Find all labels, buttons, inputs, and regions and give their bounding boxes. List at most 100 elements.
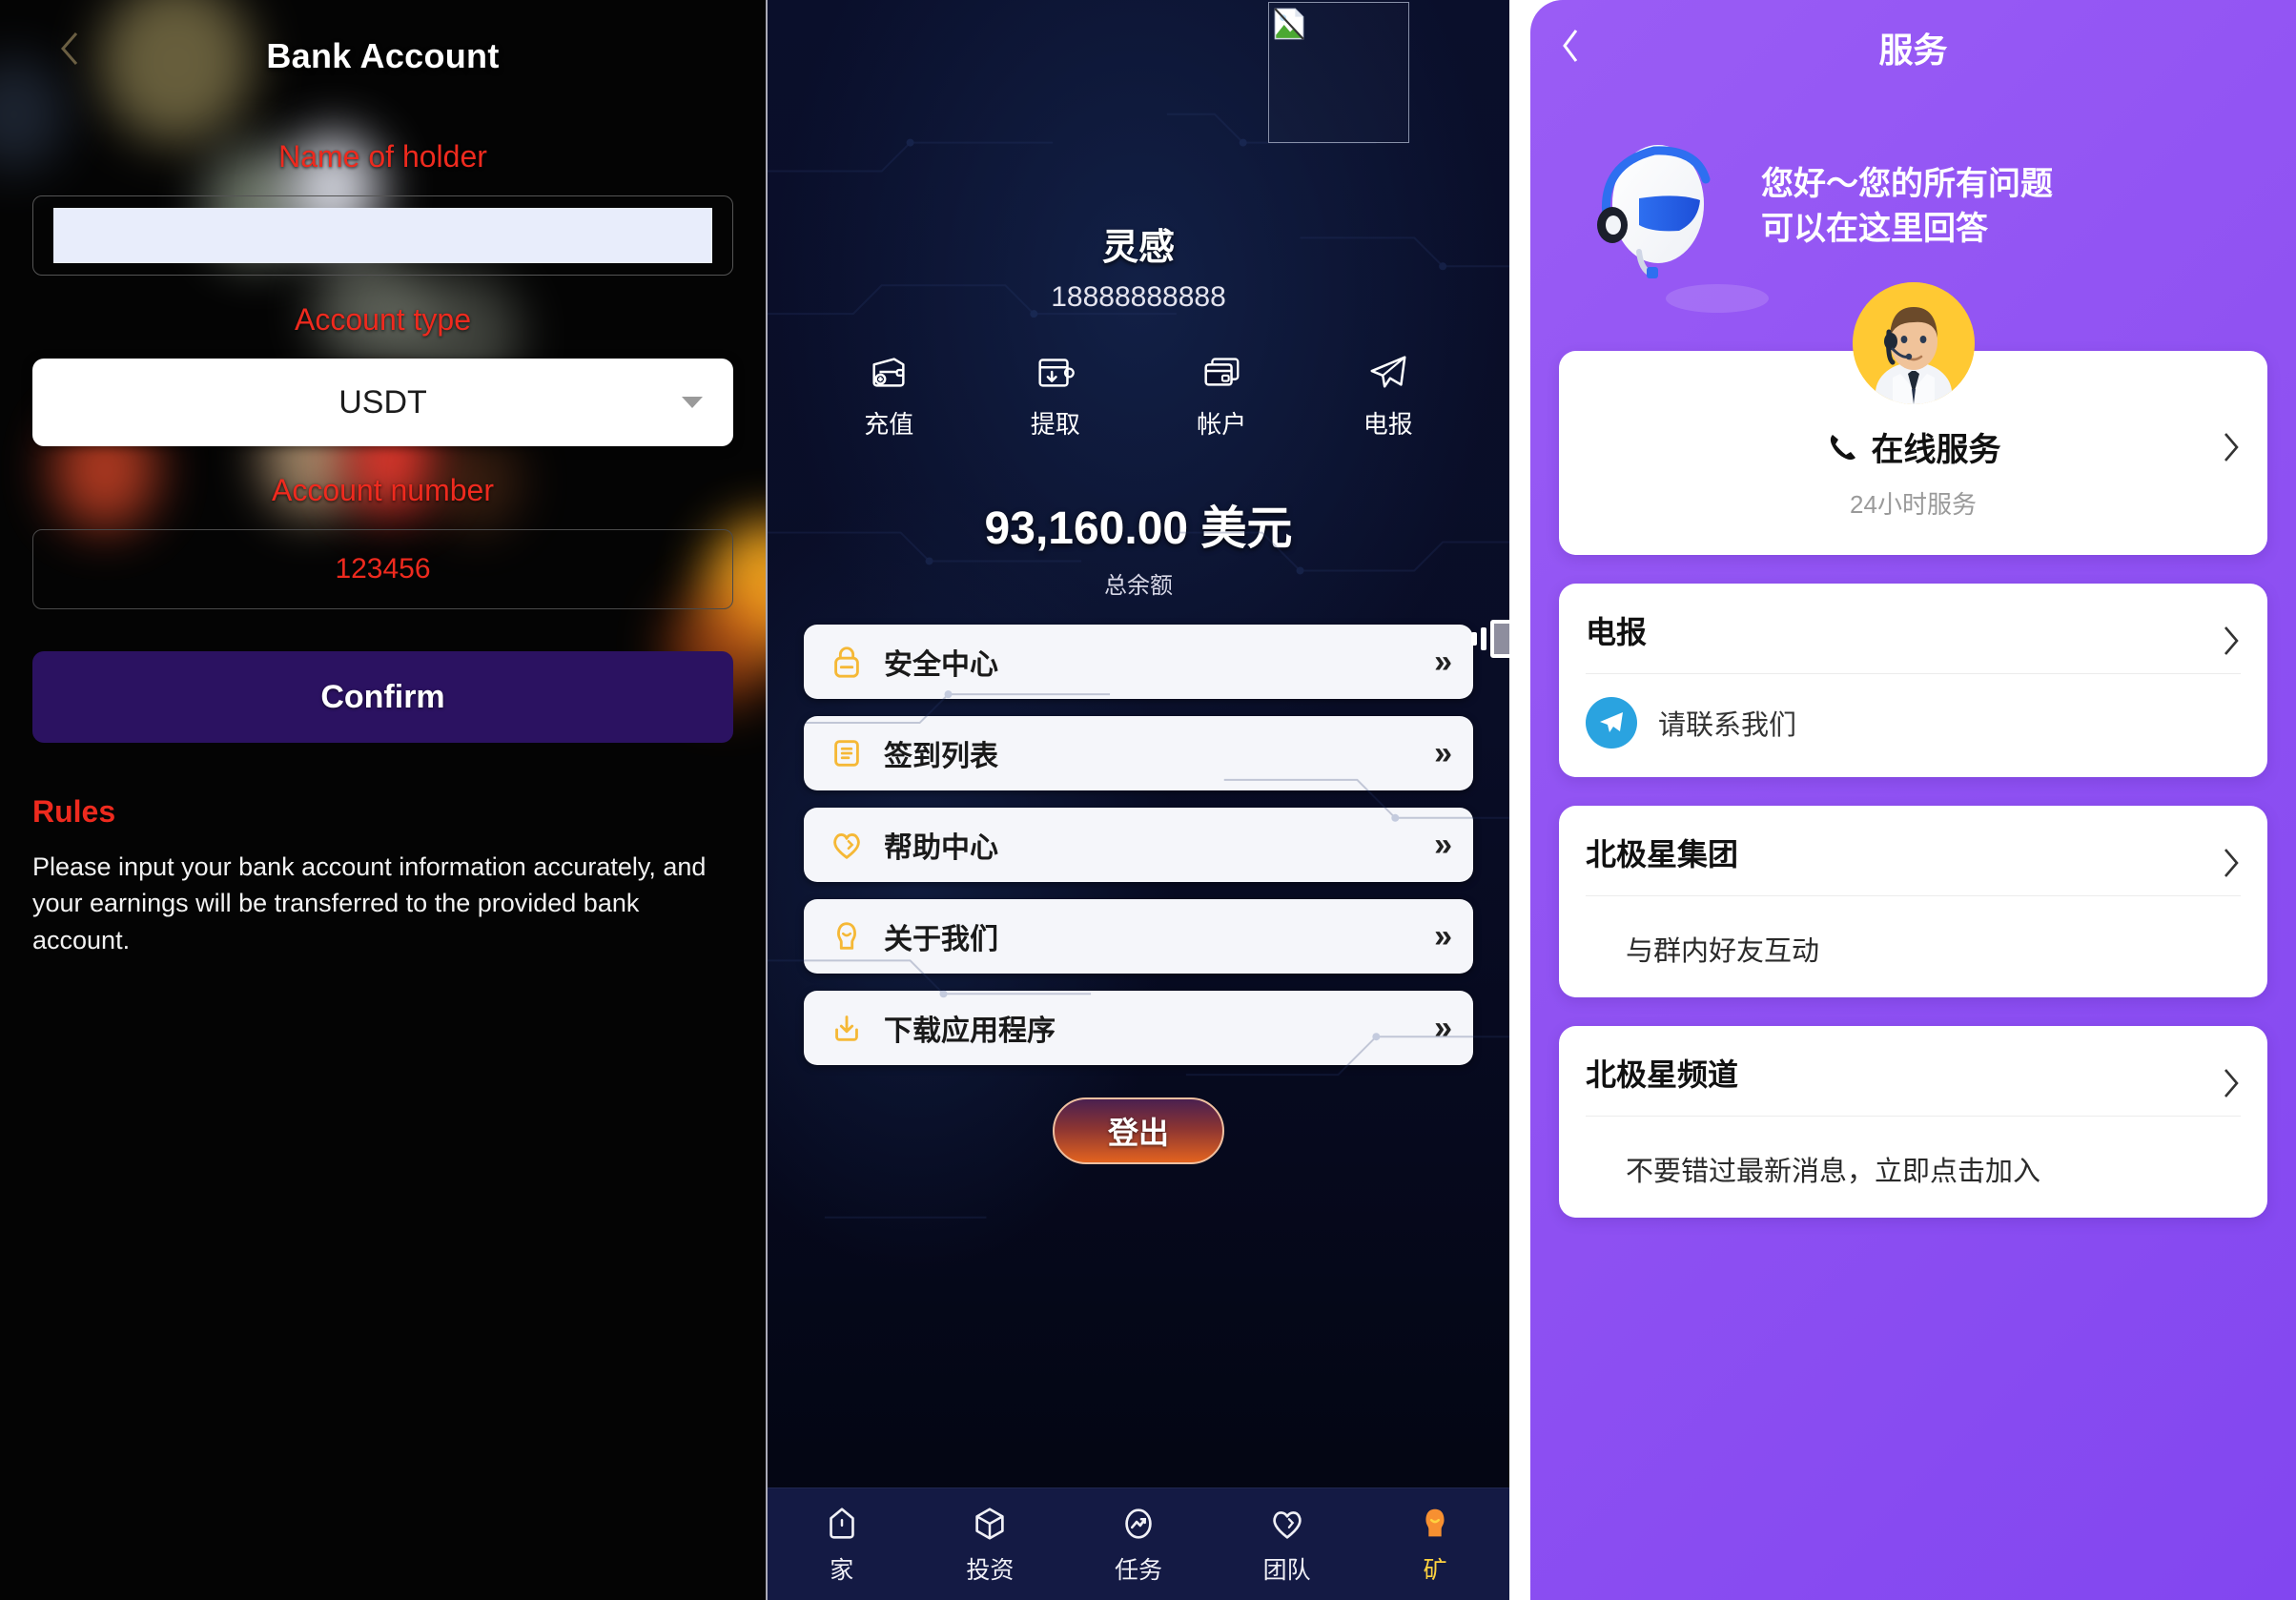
- name-of-holder-field[interactable]: [32, 195, 733, 276]
- action-recharge[interactable]: 充值: [831, 350, 946, 441]
- chevron-right-double-icon: »: [1434, 643, 1452, 680]
- chevron-down-icon: [682, 397, 703, 408]
- chevron-right-icon: [2222, 1067, 2241, 1099]
- robot-shadow: [1666, 284, 1769, 313]
- hero-line-2: 可以在这里回答: [1761, 211, 1988, 247]
- rules-body: Please input your bank account informati…: [32, 852, 707, 954]
- nav-item-label: 矿: [1423, 1556, 1447, 1584]
- action-label: 帐户: [1197, 410, 1247, 439]
- menu-item-download-app[interactable]: 下载应用程序 »: [804, 991, 1473, 1065]
- heart-help-icon: [833, 833, 860, 859]
- team-heart-icon: [1272, 1510, 1302, 1539]
- account-number-label: Account number: [271, 473, 494, 507]
- panel-service: 服务 您好～您的所有问题 可以在这里回答 在线服务 24小时服务 电报 请联系我…: [1530, 0, 2296, 1600]
- phone-icon: [1830, 434, 1855, 460]
- action-account[interactable]: 帐户: [1164, 350, 1279, 441]
- hero-text: 您好～您的所有问题 可以在这里回答: [1761, 162, 2053, 252]
- telegram-circle-icon: [1586, 697, 1637, 749]
- home-icon: [830, 1507, 854, 1539]
- nav-item-label: 团队: [1262, 1556, 1311, 1584]
- widget-panel: [1490, 620, 1509, 658]
- panel-bank-account: Bank Account Name of holder Account type…: [0, 0, 766, 1600]
- support-agent-avatar: [1852, 282, 1975, 404]
- chevron-left-icon: [61, 32, 78, 65]
- wallet-withdraw-icon: [1038, 359, 1075, 387]
- card-header: 北极星集团: [1586, 831, 2241, 896]
- miner-person-icon: [1425, 1508, 1445, 1536]
- nav-item-label: 投资: [966, 1556, 1015, 1584]
- user-name: 灵感: [1101, 228, 1175, 268]
- list-document-icon: [834, 740, 859, 767]
- card-polaris-channel[interactable]: 北极星频道 不要错过最新消息，立即点击加入: [1559, 1026, 2267, 1218]
- back-button[interactable]: [1559, 27, 1582, 66]
- menu-item-checkin-list[interactable]: 签到列表 »: [804, 716, 1473, 790]
- cube-invest-icon: [975, 1507, 1005, 1540]
- action-telegram[interactable]: 电报: [1331, 350, 1445, 441]
- card-online-service[interactable]: 在线服务 24小时服务: [1559, 282, 2267, 555]
- confirm-button[interactable]: Confirm: [32, 651, 733, 743]
- account-number-input[interactable]: [33, 530, 732, 608]
- wallet-recharge-icon: [872, 358, 905, 387]
- card-title: 北极星频道: [1586, 1057, 1739, 1092]
- user-phone: 18888888888: [1051, 281, 1226, 313]
- menu-item-label: 安全中心: [884, 649, 998, 681]
- nav-item-task[interactable]: 任务: [1086, 1504, 1191, 1586]
- nav-item-team[interactable]: 团队: [1235, 1504, 1340, 1586]
- card-body: 请联系我们: [1586, 674, 2241, 749]
- page-title: Bank Account: [266, 36, 500, 75]
- menu-item-label: 帮助中心: [884, 832, 998, 864]
- logout-row: 登出: [768, 1097, 1509, 1164]
- back-button[interactable]: [53, 32, 86, 65]
- chevron-right-double-icon: »: [1434, 917, 1452, 954]
- menu-item-label: 下载应用程序: [884, 1015, 1056, 1047]
- online-service-row[interactable]: 在线服务: [1586, 423, 2241, 470]
- chevron-right-icon: [2222, 431, 2241, 463]
- quick-actions: 充值 提取 帐户 电报: [806, 350, 1471, 441]
- chevron-right-icon: [2222, 847, 2241, 879]
- page-title: 服务: [1878, 31, 1948, 70]
- panel-wallet-mine: 灵感 18888888888 充值 提取 帐户 电报 93,160.00 美元 …: [766, 0, 1509, 1600]
- card-description: 请联系我们: [1658, 710, 1797, 741]
- service-cards: 在线服务 24小时服务 电报 请联系我们 北极星集团 与群内好友互动 北极星频道…: [1559, 282, 2267, 1218]
- account-type-select[interactable]: USDT: [32, 359, 733, 446]
- chevron-left-icon: [1563, 30, 1578, 62]
- logout-button[interactable]: 登出: [1053, 1097, 1224, 1164]
- menu-item-security-center[interactable]: 安全中心 »: [804, 625, 1473, 699]
- sound-volume-widget[interactable]: [1471, 620, 1509, 658]
- chevron-right-double-icon: »: [1434, 826, 1452, 863]
- telegram-plane-icon: [1370, 356, 1406, 388]
- sound-volume-icon: [1471, 632, 1477, 646]
- nav-item-mine[interactable]: 矿: [1383, 1504, 1487, 1586]
- card-telegram[interactable]: 电报 请联系我们: [1559, 584, 2267, 777]
- menu-item-label: 关于我们: [884, 924, 998, 955]
- download-icon: [835, 1015, 858, 1041]
- broken-image-placeholder: [1268, 2, 1409, 143]
- person-about-icon: [837, 922, 856, 950]
- card-header: 电报: [1586, 608, 2241, 674]
- menu-item-help-center[interactable]: 帮助中心 »: [804, 808, 1473, 882]
- online-service-title: 在线服务: [1871, 432, 2001, 468]
- card-body: 不要错过最新消息，立即点击加入: [1586, 1117, 2241, 1189]
- rules-title: Rules: [32, 794, 116, 829]
- card-header: 北极星频道: [1586, 1051, 2241, 1117]
- panel3-header: 服务: [1530, 0, 2296, 95]
- card-polaris-group[interactable]: 北极星集团 与群内好友互动: [1559, 806, 2267, 997]
- total-balance: 93,160.00 美元: [984, 503, 1293, 554]
- card-description: 与群内好友互动: [1626, 936, 1820, 967]
- action-label: 电报: [1363, 410, 1413, 439]
- card-title: 电报: [1586, 615, 1648, 649]
- menu-item-about-us[interactable]: 关于我们 »: [804, 899, 1473, 974]
- card-description: 不要错过最新消息，立即点击加入: [1626, 1157, 2041, 1187]
- action-label: 充值: [864, 410, 914, 439]
- account-number-field[interactable]: [32, 529, 733, 609]
- chevron-right-double-icon: »: [1434, 1009, 1452, 1046]
- panel1-header: Bank Account: [32, 0, 733, 113]
- action-withdraw[interactable]: 提取: [998, 350, 1113, 441]
- nav-item-invest[interactable]: 投资: [937, 1504, 1042, 1586]
- name-of-holder-input[interactable]: [53, 208, 712, 263]
- total-balance-label: 总余额: [1104, 573, 1173, 599]
- three-panel-screenshot: Bank Account Name of holder Account type…: [0, 0, 2296, 1600]
- bottom-navigation: 家 投资 任务 团队 矿: [768, 1487, 1509, 1600]
- menu-item-label: 签到列表: [884, 741, 998, 772]
- nav-item-home[interactable]: 家: [789, 1504, 894, 1586]
